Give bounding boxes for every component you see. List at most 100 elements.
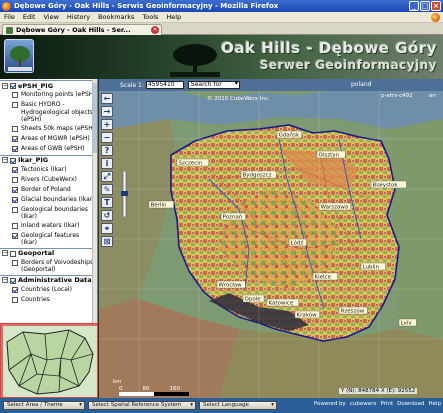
city-label[interactable]: Bydgoszcz	[243, 173, 272, 179]
download-link[interactable]: Download	[397, 401, 424, 407]
layer-group-header[interactable]: − ePSH_PIG	[0, 80, 97, 90]
layer-checkbox[interactable]	[12, 206, 18, 213]
layer-item[interactable]: Geological features (Ikar)	[0, 232, 97, 247]
city-label[interactable]: Warszawa	[321, 205, 349, 211]
layer-item[interactable]: Monitoring points (ePSH)	[0, 91, 97, 100]
full-extent-button[interactable]: ⤢	[101, 171, 113, 182]
select-srs[interactable]: Select Spatial Reference System	[88, 401, 196, 410]
map-viewport[interactable]: Gdańsk Szczecin Bydgoszcz Poznań Warszawa Łód…	[99, 79, 443, 398]
city-label[interactable]: Wrocław	[219, 283, 243, 289]
layer-item[interactable]: Inland waters (Ikar)	[0, 222, 97, 231]
layer-checkbox[interactable]	[12, 259, 18, 266]
layer-tree-scrollbar[interactable]	[92, 79, 97, 323]
zoom-slider[interactable]	[121, 171, 128, 217]
menu-edit[interactable]: Edit	[23, 13, 36, 21]
maximize-button[interactable]: □	[420, 1, 430, 11]
layer-group-header[interactable]: − Administrative Data	[0, 274, 97, 285]
city-label[interactable]: Gdańsk	[279, 132, 300, 139]
layer-item[interactable]: Geological boundaries (Ikar)	[0, 206, 97, 221]
city-label[interactable]: Lviv	[401, 321, 413, 327]
layer-checkbox[interactable]	[12, 92, 18, 98]
layer-group-checkbox[interactable]	[10, 83, 16, 89]
pan-right-button[interactable]: →	[101, 106, 113, 117]
menu-file[interactable]: File	[4, 13, 15, 21]
refresh-button[interactable]: ↺	[101, 210, 113, 221]
layer-item[interactable]: Areas of GWB (ePSH)	[0, 145, 97, 154]
overview-map[interactable]	[0, 323, 98, 398]
layer-item[interactable]: Sheets 50k maps (ePSH)	[0, 125, 97, 134]
layer-group-header[interactable]: − Ikar_PIG	[0, 154, 97, 165]
pan-left-button[interactable]: ←	[101, 93, 113, 104]
info-button[interactable]: i	[101, 158, 113, 169]
layer-checkbox[interactable]	[12, 196, 18, 203]
city-label[interactable]: Białystok	[373, 183, 399, 189]
layer-item[interactable]: Borders of Voivodeships (Geoportal)	[0, 259, 97, 274]
city-label[interactable]: Łódź	[290, 240, 304, 247]
layer-checkbox[interactable]	[12, 176, 18, 183]
layer-checkbox[interactable]	[12, 102, 18, 108]
collapse-toggle-icon[interactable]: −	[2, 277, 8, 283]
text-button[interactable]: T	[101, 197, 113, 208]
city-label[interactable]: Rzeszów	[341, 308, 365, 315]
city-label[interactable]: Katowice	[269, 301, 294, 307]
menu-tools[interactable]: Tools	[142, 13, 158, 21]
menu-history[interactable]: History	[67, 13, 90, 21]
select-area-theme[interactable]: Select Area / Theme	[3, 401, 85, 410]
print-link[interactable]: Print	[380, 401, 393, 407]
layer-checkbox[interactable]	[12, 296, 18, 303]
layer-group-checkbox[interactable]	[10, 277, 16, 284]
layer-group-header[interactable]: − Geoportal	[0, 247, 97, 258]
select-language[interactable]: Select Language	[199, 401, 277, 410]
scrollbar-thumb[interactable]	[93, 83, 97, 153]
layer-checkbox[interactable]	[12, 145, 18, 152]
layer-checkbox[interactable]	[12, 186, 18, 193]
city-label[interactable]: Kraków	[297, 312, 318, 319]
city-label[interactable]: Poznań	[223, 214, 243, 221]
layer-item[interactable]: Rivers (CubeWerx)	[0, 176, 97, 185]
menu-help[interactable]: Help	[166, 13, 181, 21]
layer-item[interactable]: Tectonics (Ikar)	[0, 166, 97, 175]
layer-item[interactable]: Areas of MGWR (ePSH)	[0, 135, 97, 144]
layer-item[interactable]: Countries	[0, 296, 97, 305]
collapse-toggle-icon[interactable]: −	[2, 250, 8, 256]
city-label[interactable]: Lublin	[363, 265, 380, 271]
layer-checkbox[interactable]	[12, 135, 18, 142]
locate-button[interactable]: ⌖	[101, 223, 113, 234]
menu-bookmarks[interactable]: Bookmarks	[98, 13, 134, 21]
layer-item[interactable]: Glacial boundaries (Ikar)	[0, 196, 97, 205]
layer-checkbox[interactable]	[12, 286, 18, 293]
city-label[interactable]: Szczecin	[179, 161, 203, 167]
layer-checkbox[interactable]	[12, 166, 18, 173]
menu-view[interactable]: View	[43, 13, 58, 21]
language-label[interactable]: en	[429, 93, 436, 99]
layer-item[interactable]: Countries (Local)	[0, 286, 97, 295]
query-button[interactable]: ?	[101, 145, 113, 156]
zoom-out-button[interactable]: −	[101, 132, 113, 143]
layer-group-checkbox[interactable]	[10, 157, 16, 164]
scale-input[interactable]: 4595410	[145, 81, 184, 89]
clear-button[interactable]: ⊠	[101, 236, 113, 247]
collapse-toggle-icon[interactable]: −	[2, 82, 8, 89]
city-label[interactable]: Berlin	[151, 203, 167, 209]
draw-button[interactable]: ✎	[101, 184, 113, 195]
minimize-button[interactable]: _	[409, 1, 419, 11]
search-select[interactable]: Search for	[187, 81, 240, 89]
collapse-toggle-icon[interactable]: −	[2, 157, 8, 163]
cubewerx-logo[interactable]: cubewerx	[350, 401, 377, 407]
layer-group-checkbox[interactable]	[10, 250, 16, 257]
map-canvas[interactable]: Gdańsk Szczecin Bydgoszcz Poznań Warszawa Łód…	[99, 79, 443, 398]
city-label[interactable]: Olsztyn	[319, 153, 340, 159]
layer-checkbox[interactable]	[12, 125, 18, 132]
tab-close-icon[interactable]: ×	[151, 26, 159, 34]
layer-item[interactable]: Basic HYDRO - Hydrogeological objects (e…	[0, 101, 97, 124]
city-label[interactable]: Opole	[245, 297, 262, 303]
tab-active[interactable]: Dębowe Góry - Oak Hills - Ser... ×	[2, 24, 162, 35]
close-button[interactable]: ×	[431, 1, 441, 11]
site-logo[interactable]	[4, 39, 34, 73]
layer-checkbox[interactable]	[12, 222, 18, 229]
layer-checkbox[interactable]	[12, 232, 18, 239]
zoom-in-button[interactable]: +	[101, 119, 113, 130]
city-label[interactable]: Kielce	[315, 275, 332, 281]
layer-item[interactable]: Border of Poland	[0, 186, 97, 195]
crs-label[interactable]: p-etrs-c492	[381, 93, 413, 99]
